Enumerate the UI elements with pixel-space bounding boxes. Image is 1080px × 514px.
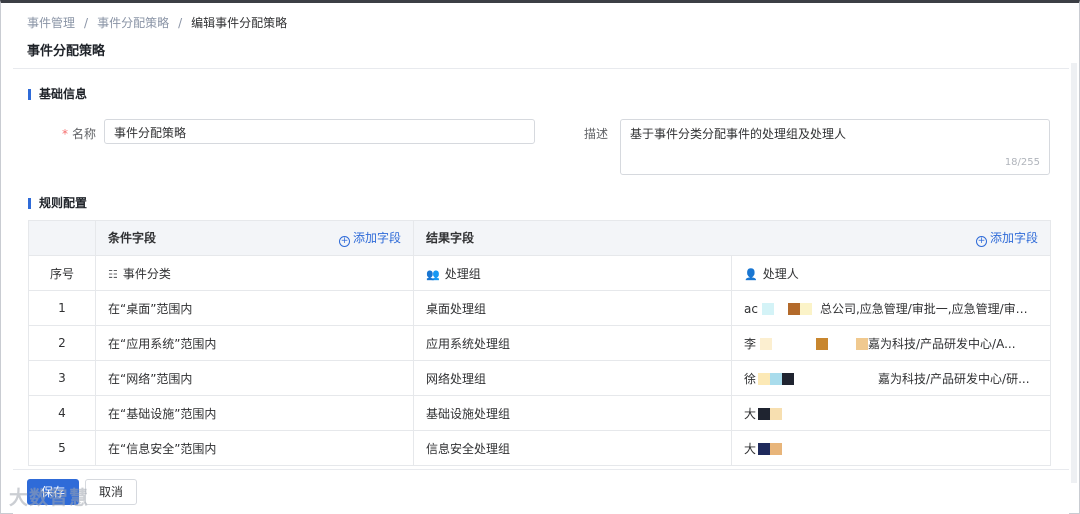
row-handler[interactable]: ac 总公司,应急管理/审批一,应急管理/审批二) <box>731 290 1051 326</box>
subheader-handling-group-label: 处理组 <box>444 266 481 281</box>
row-handler-end: 总公司,应急管理/审批一,应急管理/审批二) <box>819 301 1045 316</box>
row-handler-start: 大 <box>744 406 757 421</box>
redaction-mosaic <box>761 302 774 315</box>
row-index: 4 <box>28 395 96 431</box>
subheader-handler[interactable]: 👤 处理人 <box>731 255 1051 291</box>
redaction-mosaic <box>816 337 829 350</box>
vertical-scrollbar[interactable] <box>1071 63 1077 483</box>
plus-circle-icon: + <box>338 236 350 247</box>
plus-circle-icon: + <box>975 236 987 247</box>
add-result-field-button[interactable]: + 添加字段 <box>975 229 1038 247</box>
row-group[interactable]: 基础设施处理组 <box>413 395 732 431</box>
form-footer: 保存 取消 <box>13 469 1069 514</box>
table-row[interactable]: 3 在“网络”范围内 网络处理组 徐 嘉为科技/产品研发中心/研... <box>28 360 1051 396</box>
description-char-counter: 18/255 <box>1004 157 1040 168</box>
subheader-event-category-label: 事件分类 <box>122 266 171 281</box>
table-row[interactable]: 1 在“桌面”范围内 桌面处理组 ac 总公司,应急管理/审批一,应急管理/审批二… <box>28 290 1051 326</box>
row-condition[interactable]: 在“网络”范围内 <box>95 360 414 396</box>
redaction-mosaic <box>782 372 795 385</box>
row-handler[interactable]: 大 <box>731 395 1051 431</box>
header-condition-label: 条件字段 <box>108 231 157 245</box>
group-icon: 👥 <box>426 267 440 281</box>
page-title: 事件分配策略 <box>27 44 106 59</box>
redaction-mosaic <box>758 442 771 455</box>
required-mark: * <box>62 127 68 141</box>
app-window: 事件管理 / 事件分配策略 / 编辑事件分配策略 事件分配策略 基础信息 * 名称… <box>0 0 1080 514</box>
row-handler[interactable]: 徐 嘉为科技/产品研发中心/研... <box>731 360 1051 396</box>
table-row[interactable]: 5 在“信息安全”范围内 信息安全处理组 大 <box>28 430 1051 466</box>
header-result-field: 结果字段 + 添加字段 <box>413 220 1051 256</box>
add-condition-field-label: 添加字段 <box>352 231 401 245</box>
row-handler-end: 嘉为科技/产品研发中心/A... <box>868 336 1016 351</box>
redaction-mosaic <box>770 442 783 455</box>
row-handler-start: 大 <box>744 441 757 456</box>
row-index: 5 <box>28 430 96 466</box>
name-input[interactable]: 事件分配策略 <box>104 119 535 144</box>
rules-section-title: 规则配置 <box>28 197 87 209</box>
category-icon: ☷ <box>108 267 118 281</box>
row-index: 3 <box>28 360 96 396</box>
row-group[interactable]: 网络处理组 <box>413 360 732 396</box>
table-row[interactable]: 4 在“基础设施”范围内 基础设施处理组 大 <box>28 395 1051 431</box>
row-handler-start: 李 <box>744 336 757 351</box>
breadcrumb-item-edit-policy: 编辑事件分配策略 <box>191 16 288 30</box>
header-index-blank <box>28 220 96 256</box>
user-icon: 👤 <box>744 267 758 281</box>
row-group[interactable]: 应用系统处理组 <box>413 325 732 361</box>
breadcrumb: 事件管理 / 事件分配策略 / 编辑事件分配策略 <box>27 14 287 31</box>
add-result-field-label: 添加字段 <box>989 231 1038 245</box>
row-handler-end: 嘉为科技/产品研发中心/研... <box>878 371 1030 386</box>
row-handler[interactable]: 大 <box>731 430 1051 466</box>
redaction-mosaic <box>760 337 773 350</box>
basic-info-section-title: 基础信息 <box>28 88 87 100</box>
redaction-mosaic <box>799 302 812 315</box>
row-group[interactable]: 信息安全处理组 <box>413 430 732 466</box>
redaction-mosaic <box>758 407 771 420</box>
redaction-mosaic <box>856 337 869 350</box>
row-condition[interactable]: 在“信息安全”范围内 <box>95 430 414 466</box>
redaction-mosaic <box>770 407 783 420</box>
watermark-logo: 大数智慧 <box>9 487 90 509</box>
row-handler[interactable]: 李 嘉为科技/产品研发中心/A... <box>731 325 1051 361</box>
breadcrumb-separator: / <box>178 15 183 30</box>
breadcrumb-item-event-management[interactable]: 事件管理 <box>27 14 75 31</box>
rules-table: 条件字段 + 添加字段 结果字段 + 添加字段 序号 ☷ 事件分类 👥 处理组 👤 处理人… <box>28 220 1051 466</box>
table-row[interactable]: 2 在“应用系统”范围内 应用系统处理组 李 嘉为科技/产品研发中心/A... <box>28 325 1051 361</box>
add-condition-field-button[interactable]: + 添加字段 <box>338 229 401 247</box>
breadcrumb-item-assignment-policy[interactable]: 事件分配策略 <box>97 14 169 31</box>
row-handler-start: 徐 <box>744 371 757 386</box>
row-condition[interactable]: 在“桌面”范围内 <box>95 290 414 326</box>
breadcrumb-separator: / <box>84 15 89 30</box>
subheader-handler-label: 处理人 <box>762 266 799 281</box>
header-condition-field: 条件字段 + 添加字段 <box>95 220 414 256</box>
row-condition[interactable]: 在“应用系统”范围内 <box>95 325 414 361</box>
name-label: * 名称 <box>62 125 96 142</box>
row-index: 1 <box>28 290 96 326</box>
description-value: 基于事件分类分配事件的处理组及处理人 <box>630 127 847 141</box>
cancel-button[interactable]: 取消 <box>85 479 137 505</box>
name-label-text: 名称 <box>72 127 97 141</box>
table-subheader-row: 序号 ☷ 事件分类 👥 处理组 👤 处理人 <box>28 255 1051 291</box>
table-header-row: 条件字段 + 添加字段 结果字段 + 添加字段 <box>28 220 1051 256</box>
row-group[interactable]: 桌面处理组 <box>413 290 732 326</box>
description-textarea[interactable]: 基于事件分类分配事件的处理组及处理人 18/255 <box>620 119 1050 175</box>
subheader-index: 序号 <box>28 255 96 291</box>
page-header: 事件管理 / 事件分配策略 / 编辑事件分配策略 事件分配策略 <box>13 7 1069 69</box>
row-index: 2 <box>28 325 96 361</box>
description-label: 描述 <box>584 127 609 141</box>
subheader-handling-group[interactable]: 👥 处理组 <box>413 255 732 291</box>
redaction-mosaic <box>758 372 771 385</box>
redaction-mosaic <box>770 372 783 385</box>
header-result-label: 结果字段 <box>426 231 475 245</box>
row-handler-start: ac <box>744 301 758 316</box>
row-condition[interactable]: 在“基础设施”范围内 <box>95 395 414 431</box>
subheader-event-category[interactable]: ☷ 事件分类 <box>95 255 414 291</box>
redaction-mosaic <box>787 302 800 315</box>
